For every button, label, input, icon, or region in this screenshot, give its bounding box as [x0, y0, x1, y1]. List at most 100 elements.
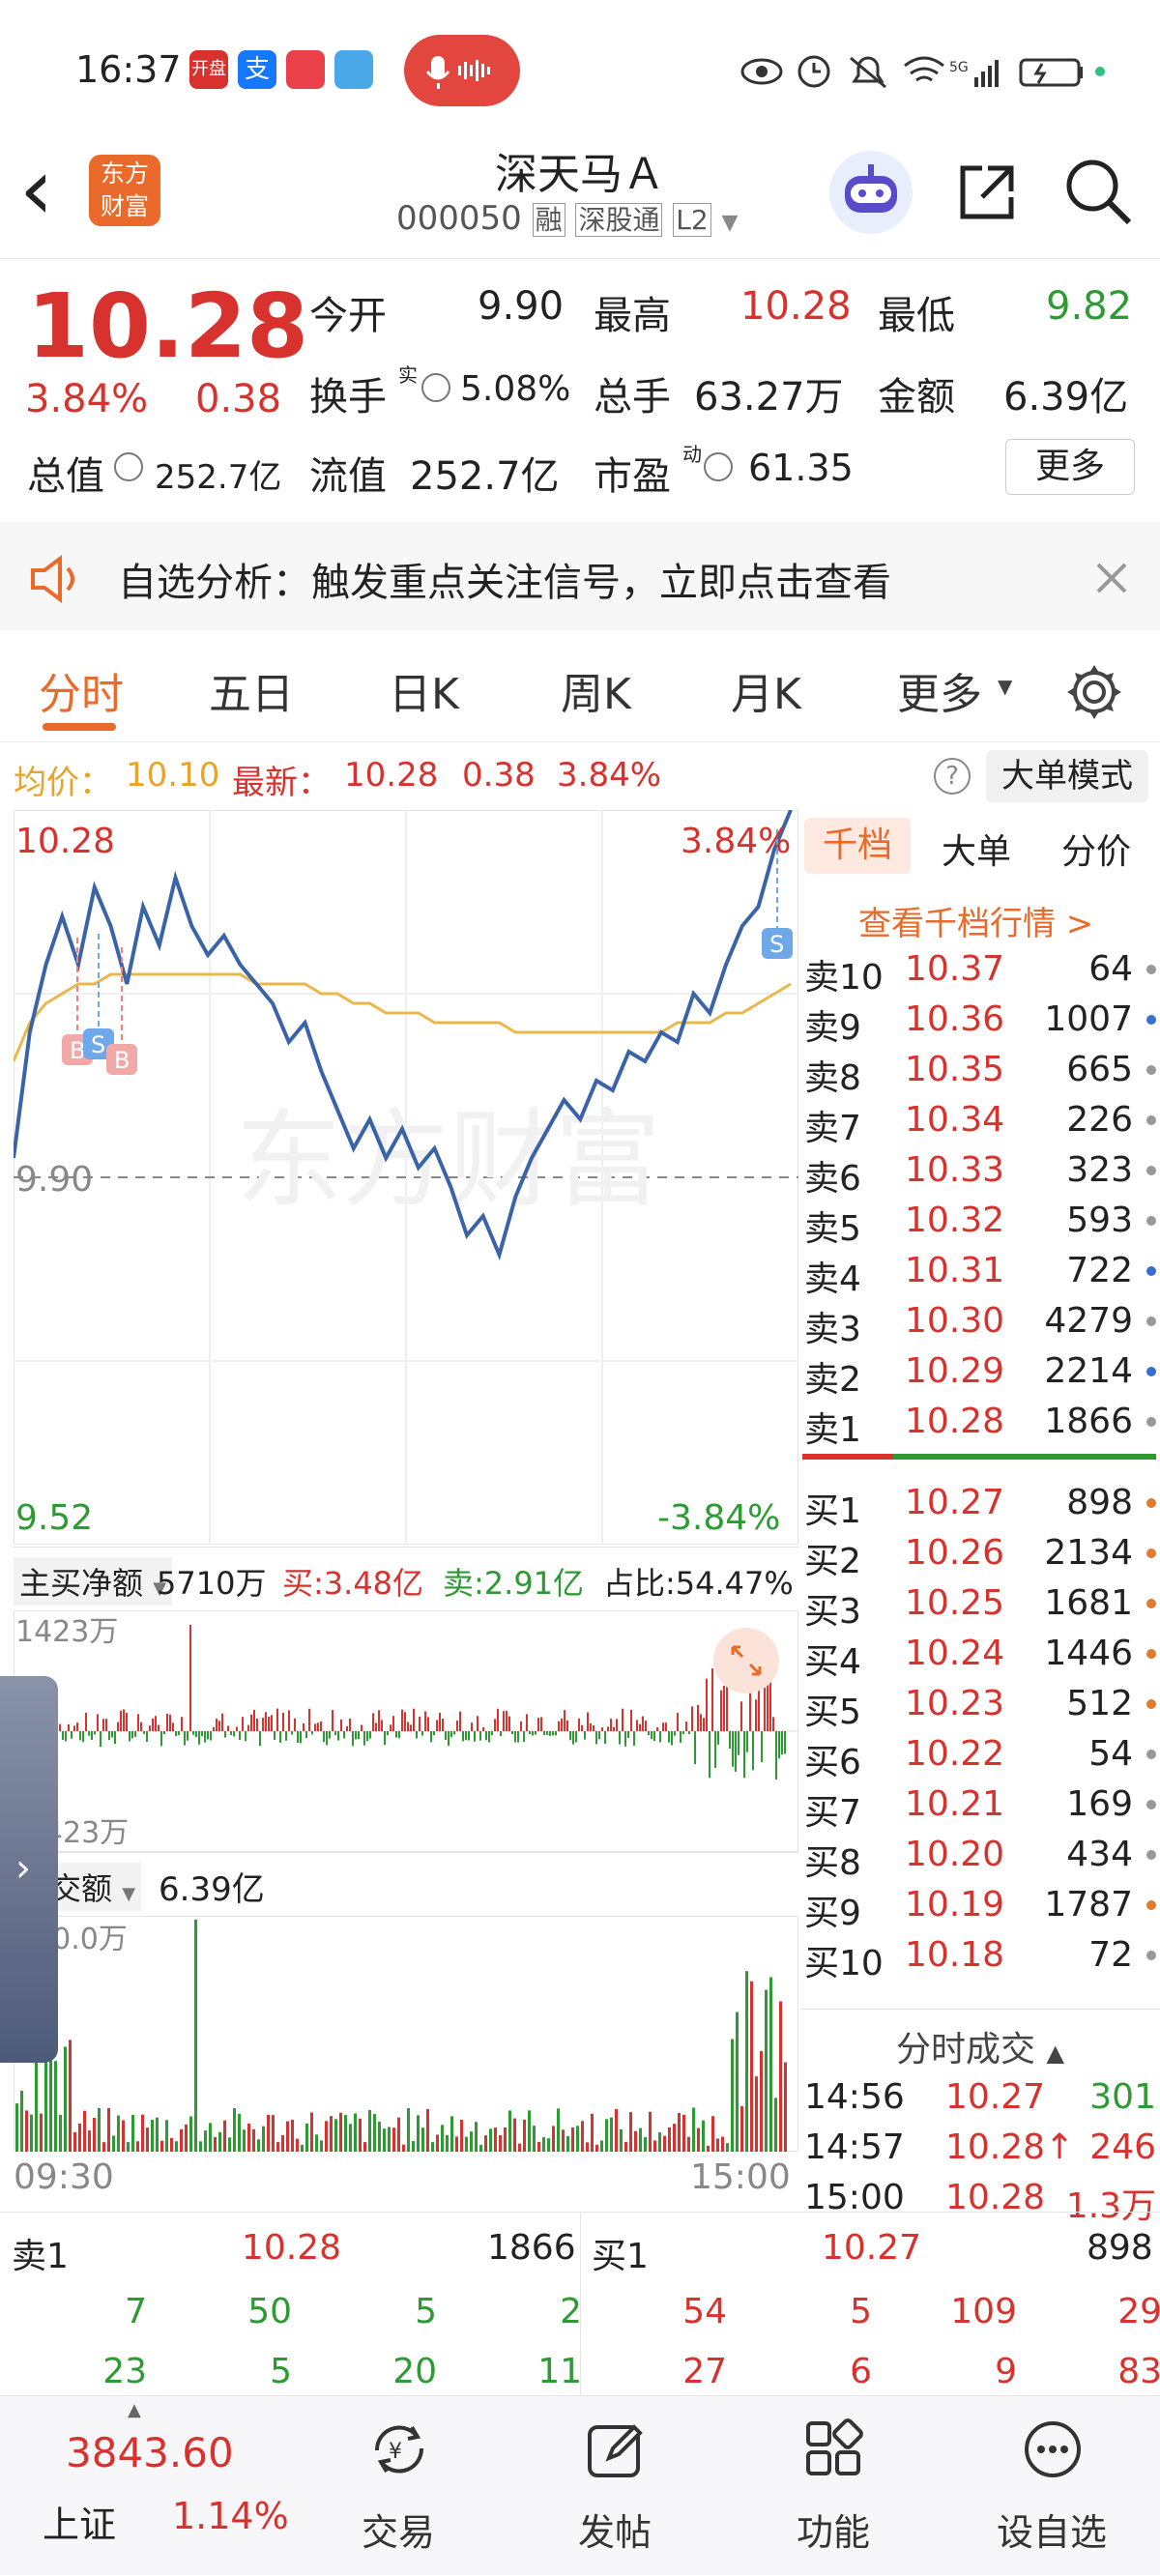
change-amount: 0.38 [195, 377, 282, 421]
nav-add-watchlist[interactable]: 设自选 [945, 2396, 1158, 2576]
pe-sup: 动 [682, 443, 702, 466]
robot-assistant-icon[interactable] [829, 151, 913, 234]
help-icon[interactable]: ? [934, 758, 971, 795]
tab-five-day[interactable]: 五日 [209, 659, 294, 721]
amount-bar [673, 2124, 676, 2152]
level-label: 买2 [804, 1542, 861, 1581]
book-row[interactable]: 卖5 10.32 593 [800, 1195, 1160, 1249]
tab-more[interactable]: 更多 [897, 659, 982, 721]
book-row[interactable]: 卖1 10.28 1866 [800, 1396, 1160, 1450]
tab-thousand-level[interactable]: 千档 [804, 818, 911, 874]
amount-bar [160, 2140, 163, 2152]
index-value[interactable]: 3843.60 [66, 2429, 234, 2476]
clock: 16:37 [75, 48, 182, 91]
amount-bar [247, 2123, 250, 2152]
book-row[interactable]: 卖9 10.36 1007 [800, 994, 1160, 1048]
amount-bar [562, 2129, 565, 2152]
book-row[interactable]: 卖3 10.30 4279 [800, 1295, 1160, 1349]
status-bar: 16:37 开盘 支 5G [0, 0, 1160, 135]
amount-bar [678, 2112, 681, 2152]
close-icon[interactable] [1092, 559, 1131, 597]
nav-post[interactable]: 发帖 [508, 2396, 721, 2576]
nav-functions[interactable]: 功能 [727, 2396, 940, 2576]
high-value: 10.28 [740, 284, 852, 329]
book-row[interactable]: 买5 10.23 512 [800, 1678, 1160, 1732]
book-row[interactable]: 买9 10.19 1787 [800, 1879, 1160, 1933]
amount-bar [339, 2112, 342, 2152]
book-row[interactable]: 买4 10.24 1446 [800, 1628, 1160, 1682]
level1-quote-strip[interactable]: 卖1 10.28 1866 买1 10.27 898 7 50 5 2 23 5 20 11 5… [0, 2212, 1160, 2396]
mktcap-label[interactable]: 总值 [27, 445, 104, 501]
chevron-down-icon[interactable]: ▼ [722, 211, 739, 235]
turnover-label[interactable]: 换手 [309, 365, 387, 421]
tab-price-dist[interactable]: 分价 [1061, 824, 1131, 874]
side-drawer-handle[interactable]: › [0, 1676, 58, 2063]
amount-bar [615, 2108, 618, 2152]
index-pct: 1.14% [172, 2495, 289, 2537]
queue-order: 83 [1117, 2352, 1160, 2391]
book-row[interactable]: 买8 10.20 434 [800, 1829, 1160, 1883]
tab-big-order[interactable]: 大单 [942, 824, 1011, 874]
turnover-sup: 实 [398, 363, 418, 387]
info-icon[interactable] [114, 452, 143, 481]
tab-monthly-k[interactable]: 月K [731, 659, 801, 721]
info-icon[interactable] [704, 452, 733, 481]
search-icon[interactable] [1061, 155, 1135, 228]
pe-label[interactable]: 市盈 [594, 445, 671, 501]
book-row[interactable]: 卖10 10.37 64 [800, 943, 1160, 998]
amount-bar [571, 2127, 574, 2152]
amount-bar [624, 2141, 627, 2152]
tab-intraday[interactable]: 分时 [39, 659, 124, 721]
voice-recording-pill[interactable] [404, 35, 520, 106]
notice-banner[interactable]: 自选分析：触发重点关注信号，立即点击查看 [0, 522, 1160, 630]
amount-bar [262, 2126, 265, 2152]
big-order-mode-button[interactable]: 大单模式 [986, 750, 1148, 802]
amount-bar [740, 2105, 743, 2152]
level-price: 10.21 [905, 1784, 1005, 1824]
fund-flow-selector[interactable]: 主买净额 ▼ [14, 1557, 173, 1606]
last-price: 10.28 [27, 275, 309, 378]
chevron-down-icon[interactable]: ▼ [998, 675, 1012, 698]
book-row[interactable]: 买3 10.25 1681 [800, 1577, 1160, 1632]
amount-bar [620, 2128, 623, 2152]
notice-text: 自选分析：触发重点关注信号，立即点击查看 [118, 561, 891, 605]
book-row[interactable]: 卖8 10.35 665 [800, 1044, 1160, 1098]
amount-bar [35, 2054, 38, 2152]
price-chart-svg[interactable]: 东方财富 B S B S 10.28 3.84% 9.90 9.52 -3.84… [14, 810, 798, 1545]
share-icon[interactable] [953, 159, 1021, 226]
book-row[interactable]: 买7 10.21 169 [800, 1779, 1160, 1833]
book-row[interactable]: 买10 10.18 72 [800, 1929, 1160, 1980]
book-row[interactable]: 买2 10.26 2134 [800, 1527, 1160, 1581]
book-row[interactable]: 卖6 10.33 323 [800, 1144, 1160, 1199]
queue-order: 27 [682, 2352, 727, 2391]
nav-trade[interactable]: ¥ 交易 [292, 2396, 505, 2576]
open-value: 9.90 [478, 284, 565, 329]
book-row[interactable]: 卖2 10.29 2214 [800, 1346, 1160, 1400]
more-button[interactable]: 更多 [1005, 439, 1135, 495]
book-row[interactable]: 卖4 10.31 722 [800, 1245, 1160, 1299]
expand-up-icon[interactable]: ▲ [128, 2400, 141, 2420]
tab-daily-k[interactable]: 日K [389, 659, 459, 721]
expand-icon[interactable] [713, 1628, 779, 1693]
amount-chart[interactable]: 280.0万 [14, 1916, 798, 2152]
amount-bar [552, 2126, 555, 2152]
amount-bar [707, 2145, 710, 2152]
level-volume: 1007 [1044, 999, 1133, 1039]
tab-weekly-k[interactable]: 周K [561, 659, 631, 721]
bottom-pct-label: -3.84% [657, 1498, 780, 1538]
view-thousand-level-link[interactable]: 查看千档行情 > [858, 897, 1093, 944]
gear-icon[interactable] [1063, 661, 1125, 723]
tick-trades-title[interactable]: 分时成交 ▲ [800, 2021, 1160, 2071]
alipay-icon: 支 [238, 50, 276, 89]
level-price: 10.18 [905, 1935, 1005, 1975]
fund-flow-chart[interactable]: 1423万 -1423万 [14, 1610, 798, 1852]
book-row[interactable]: 买1 10.27 898 [800, 1477, 1160, 1531]
book-row[interactable]: 买6 10.22 54 [800, 1728, 1160, 1782]
amount-bar [726, 2143, 729, 2152]
intraday-chart[interactable]: 东方财富 B S B S 10.28 3.84% 9.90 9.52 -3.84… [14, 810, 798, 2212]
level-price: 10.36 [905, 999, 1005, 1039]
book-row[interactable]: 卖7 10.34 226 [800, 1094, 1160, 1148]
amount-bar [760, 2050, 763, 2152]
info-icon[interactable] [421, 373, 450, 402]
book-tabs: 千档 大单 分价 [800, 810, 1160, 880]
